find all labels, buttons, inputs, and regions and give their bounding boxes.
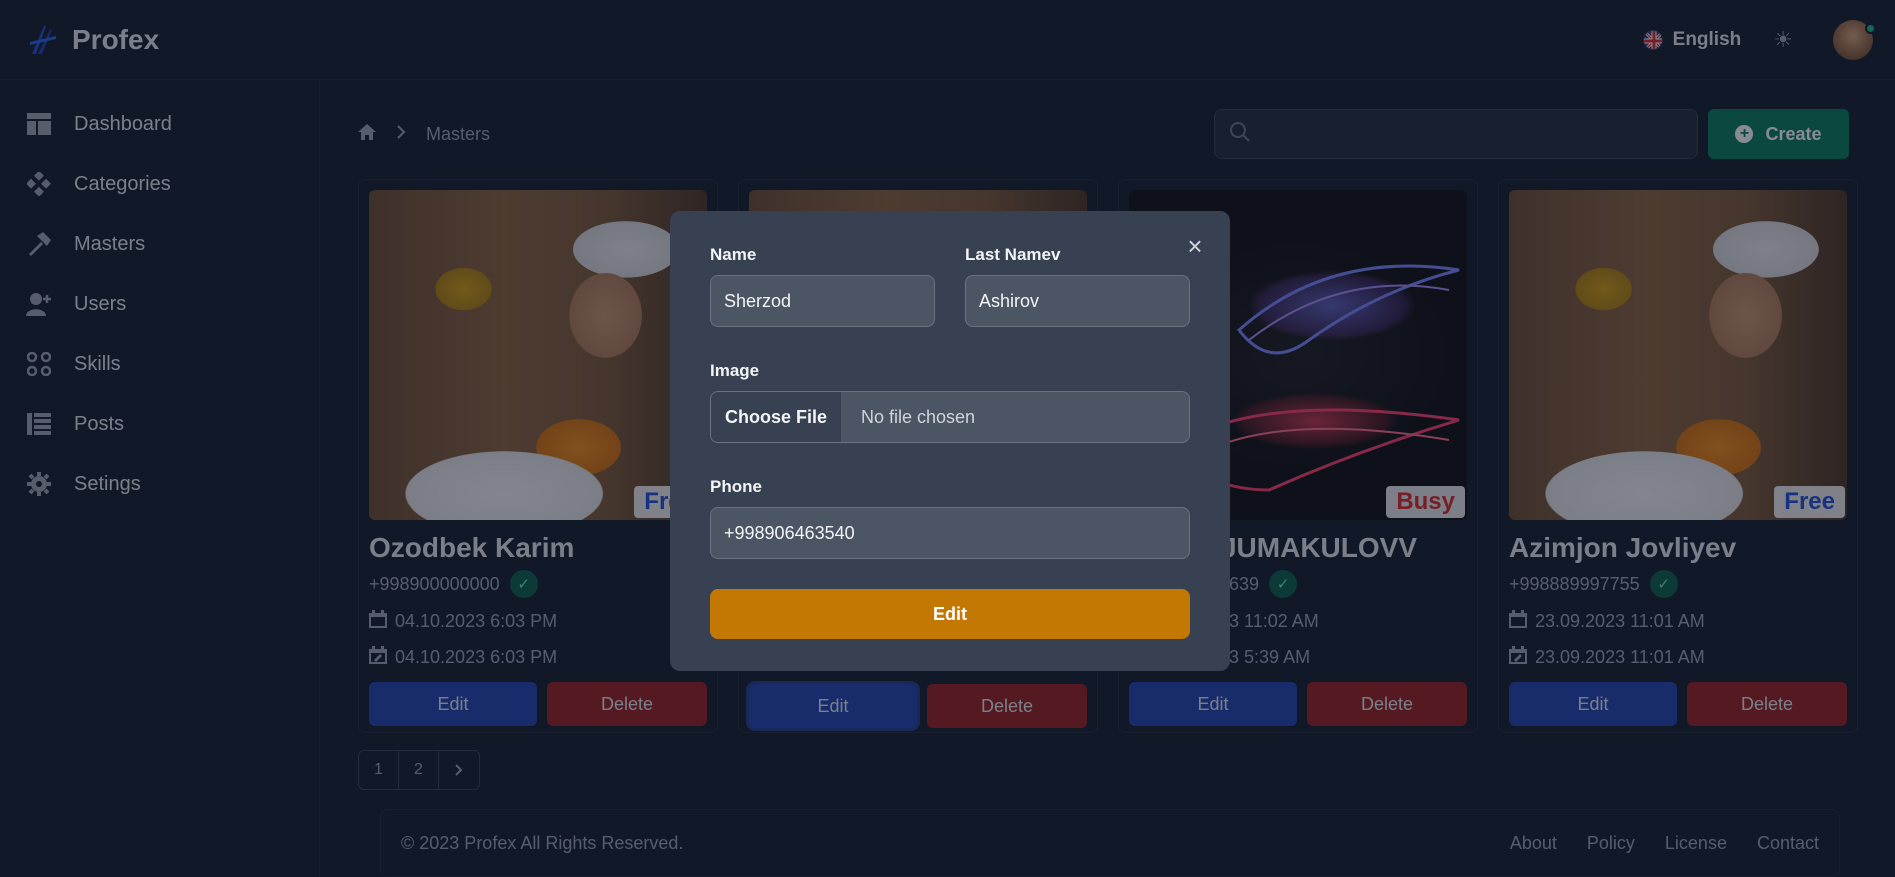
last-name-field-group: Last Namev Ashirov — [965, 245, 1190, 327]
close-icon[interactable]: × — [1180, 231, 1210, 261]
file-status: No file chosen — [861, 406, 976, 427]
submit-edit-button[interactable]: Edit — [710, 589, 1190, 639]
image-file-input[interactable]: Choose File No file chosen — [710, 391, 1190, 443]
phone-input[interactable]: +998906463540 — [710, 507, 1190, 559]
choose-file-button[interactable]: Choose File — [711, 392, 841, 442]
image-label: Image — [710, 361, 760, 380]
image-field-group: Image Choose File No file chosen — [710, 361, 1190, 443]
name-input[interactable]: Sherzod — [710, 275, 935, 327]
last-name-label: Last Namev — [965, 245, 1061, 264]
edit-master-modal: × Name Sherzod Last Namev Ashirov Image … — [670, 211, 1230, 671]
name-row: Name Sherzod Last Namev Ashirov — [710, 245, 1190, 327]
phone-label: Phone — [710, 477, 762, 496]
last-name-input[interactable]: Ashirov — [965, 275, 1190, 327]
name-label: Name — [710, 245, 757, 264]
phone-field-group: Phone +998906463540 — [710, 477, 1190, 559]
name-field-group: Name Sherzod — [710, 245, 935, 327]
